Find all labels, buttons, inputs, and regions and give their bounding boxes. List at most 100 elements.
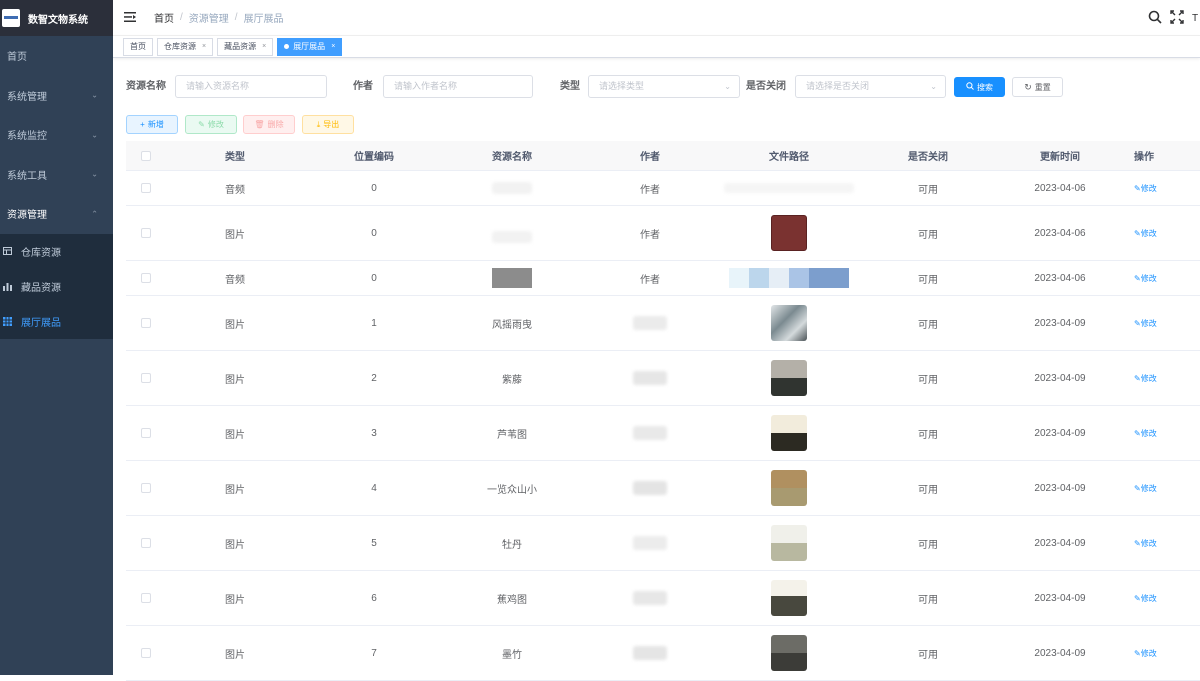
tag-warehouse-resources[interactable]: 仓库资源 × — [157, 37, 214, 56]
plus-icon: + — [140, 120, 145, 129]
thumbnail-image[interactable] — [771, 580, 807, 616]
breadcrumb-item: 展厅展品 — [243, 14, 284, 25]
cell-position: 3 — [371, 427, 377, 439]
row-edit-link[interactable]: ✎修改 — [1134, 483, 1157, 494]
cell-type: 图片 — [225, 649, 245, 661]
app-title: 数智文物系统 — [28, 14, 88, 26]
column-header: 操作 — [1134, 152, 1154, 163]
sidebar-item-resource-management[interactable]: 资源管理 ⌃ — [0, 194, 113, 234]
thumbnail-image[interactable] — [771, 215, 807, 251]
row-checkbox[interactable] — [141, 273, 151, 283]
row-edit-link[interactable]: ✎修改 — [1134, 183, 1157, 194]
column-header: 资源名称 — [492, 152, 532, 163]
row-edit-link[interactable]: ✎修改 — [1134, 373, 1157, 384]
breadcrumb: 首页 / 资源管理 / 展厅展品 — [154, 10, 284, 25]
row-edit-link[interactable]: ✎修改 — [1134, 538, 1157, 549]
export-button[interactable]: ⤓ 导出 — [302, 115, 354, 134]
sidebar-item-home[interactable]: 首页 — [0, 36, 113, 76]
row-edit-link[interactable]: ✎修改 — [1134, 228, 1157, 239]
row-edit-link[interactable]: ✎修改 — [1134, 593, 1157, 604]
tag-exhibition-items[interactable]: 展厅展品 × — [277, 37, 343, 56]
thumbnail-image[interactable] — [771, 470, 807, 506]
navbar: 首页 / 资源管理 / 展厅展品 T — [113, 0, 1200, 36]
chevron-down-icon: ⌄ — [724, 82, 731, 91]
row-checkbox[interactable] — [141, 648, 151, 658]
cell-time: 2023-04-09 — [1034, 427, 1086, 439]
cell-type: 音频 — [225, 274, 245, 286]
row-checkbox[interactable] — [141, 228, 151, 238]
sidebar-item-warehouse-resources[interactable]: 仓库资源 — [0, 234, 113, 269]
row-checkbox[interactable] — [141, 373, 151, 383]
trash-icon: 🗑 — [254, 120, 265, 129]
thumbnail-image[interactable] — [771, 525, 807, 561]
sidebar-item-label: 仓库资源 — [21, 247, 61, 259]
tag-collection-resources[interactable]: 藏品资源 × — [217, 37, 274, 56]
cell-status: 可用 — [918, 539, 938, 551]
thumbnail-image[interactable] — [771, 305, 807, 341]
thumbnail-image[interactable] — [771, 415, 807, 451]
cell-time: 2023-04-06 — [1034, 182, 1086, 194]
cell-name — [444, 206, 580, 260]
resource-name-input[interactable]: 请输入资源名称 — [175, 75, 327, 98]
cell-file-path — [720, 461, 858, 515]
font-size-icon[interactable]: T — [1192, 13, 1198, 24]
row-checkbox[interactable] — [141, 538, 151, 548]
row-edit-link[interactable]: ✎修改 — [1134, 428, 1157, 439]
cell-name: 牡丹 — [502, 539, 522, 551]
row-checkbox[interactable] — [141, 593, 151, 603]
close-icon[interactable]: × — [202, 43, 206, 50]
sidebar-item-collection-resources[interactable]: 藏品资源 — [0, 269, 113, 304]
cell-author — [580, 296, 720, 350]
add-button[interactable]: + 新增 — [126, 115, 178, 134]
search-icon[interactable] — [1148, 10, 1162, 27]
row-checkbox[interactable] — [141, 428, 151, 438]
row-edit-link[interactable]: ✎修改 — [1134, 648, 1157, 659]
search-button[interactable]: 搜索 — [954, 77, 1005, 97]
breadcrumb-item: 资源管理 — [188, 14, 229, 25]
row-checkbox[interactable] — [141, 318, 151, 328]
refresh-icon: ↻ — [1024, 81, 1032, 92]
tag-home[interactable]: 首页 — [123, 37, 153, 56]
cell-time: 2023-04-06 — [1034, 272, 1086, 284]
column-header: 类型 — [225, 152, 245, 163]
sidebar-item-label: 首页 — [7, 52, 27, 64]
delete-button[interactable]: 🗑 删除 — [243, 115, 295, 134]
type-select[interactable]: 请选择类型 ⌄ — [588, 75, 740, 98]
cell-time: 2023-04-09 — [1034, 647, 1086, 659]
cell-type: 图片 — [225, 374, 245, 386]
cell-position: 7 — [371, 647, 377, 659]
hamburger-icon[interactable] — [124, 10, 138, 25]
sidebar-item-system-monitor[interactable]: 系统监控 ⌄ — [0, 115, 113, 155]
close-icon[interactable]: × — [331, 43, 335, 50]
reset-button[interactable]: ↻ 重置 — [1012, 77, 1063, 97]
breadcrumb-item[interactable]: 首页 — [154, 10, 174, 25]
cell-author: 作者 — [640, 229, 660, 241]
row-checkbox[interactable] — [141, 483, 151, 493]
close-icon[interactable]: × — [262, 43, 266, 50]
table-header: 类型 位置编码 资源名称 作者 文件路径 是否关闭 更新时间 操作 — [126, 141, 1200, 171]
active-dot-icon — [284, 44, 290, 49]
select-all-checkbox[interactable] — [141, 150, 151, 161]
fullscreen-icon[interactable] — [1170, 9, 1184, 27]
chevron-down-icon: ⌄ — [91, 130, 98, 140]
sidebar: 数智文物系统 首页 系统管理 ⌄ 系统监控 ⌄ 系统工具 ⌄ 资源管理 ⌃ 仓库资源 藏… — [0, 0, 113, 675]
closed-select[interactable]: 请选择是否关闭 ⌄ — [795, 75, 946, 98]
sidebar-item-system-management[interactable]: 系统管理 ⌄ — [0, 76, 113, 116]
cell-position: 5 — [371, 537, 377, 549]
cell-position: 0 — [371, 227, 377, 239]
row-edit-link[interactable]: ✎修改 — [1134, 273, 1157, 284]
cell-name: 墨竹 — [502, 649, 522, 661]
thumbnail-image[interactable] — [771, 360, 807, 396]
table-row: 图片 2 紫藤 可用 2023-04-09 ✎修改 — [126, 351, 1200, 406]
tag-label: 展厅展品 — [293, 42, 326, 51]
row-checkbox[interactable] — [141, 183, 151, 193]
sidebar-item-label: 系统管理 — [7, 91, 47, 103]
sidebar-item-system-tools[interactable]: 系统工具 ⌄ — [0, 155, 113, 195]
author-input[interactable]: 请输入作者名称 — [383, 75, 533, 98]
row-edit-link[interactable]: ✎修改 — [1134, 318, 1157, 329]
sidebar-item-label: 藏品资源 — [21, 282, 61, 294]
sidebar-item-exhibition-items[interactable]: 展厅展品 — [0, 304, 113, 339]
edit-button[interactable]: ✎ 修改 — [185, 115, 237, 134]
thumbnail-image[interactable] — [771, 635, 807, 671]
cell-time: 2023-04-06 — [1034, 227, 1086, 239]
